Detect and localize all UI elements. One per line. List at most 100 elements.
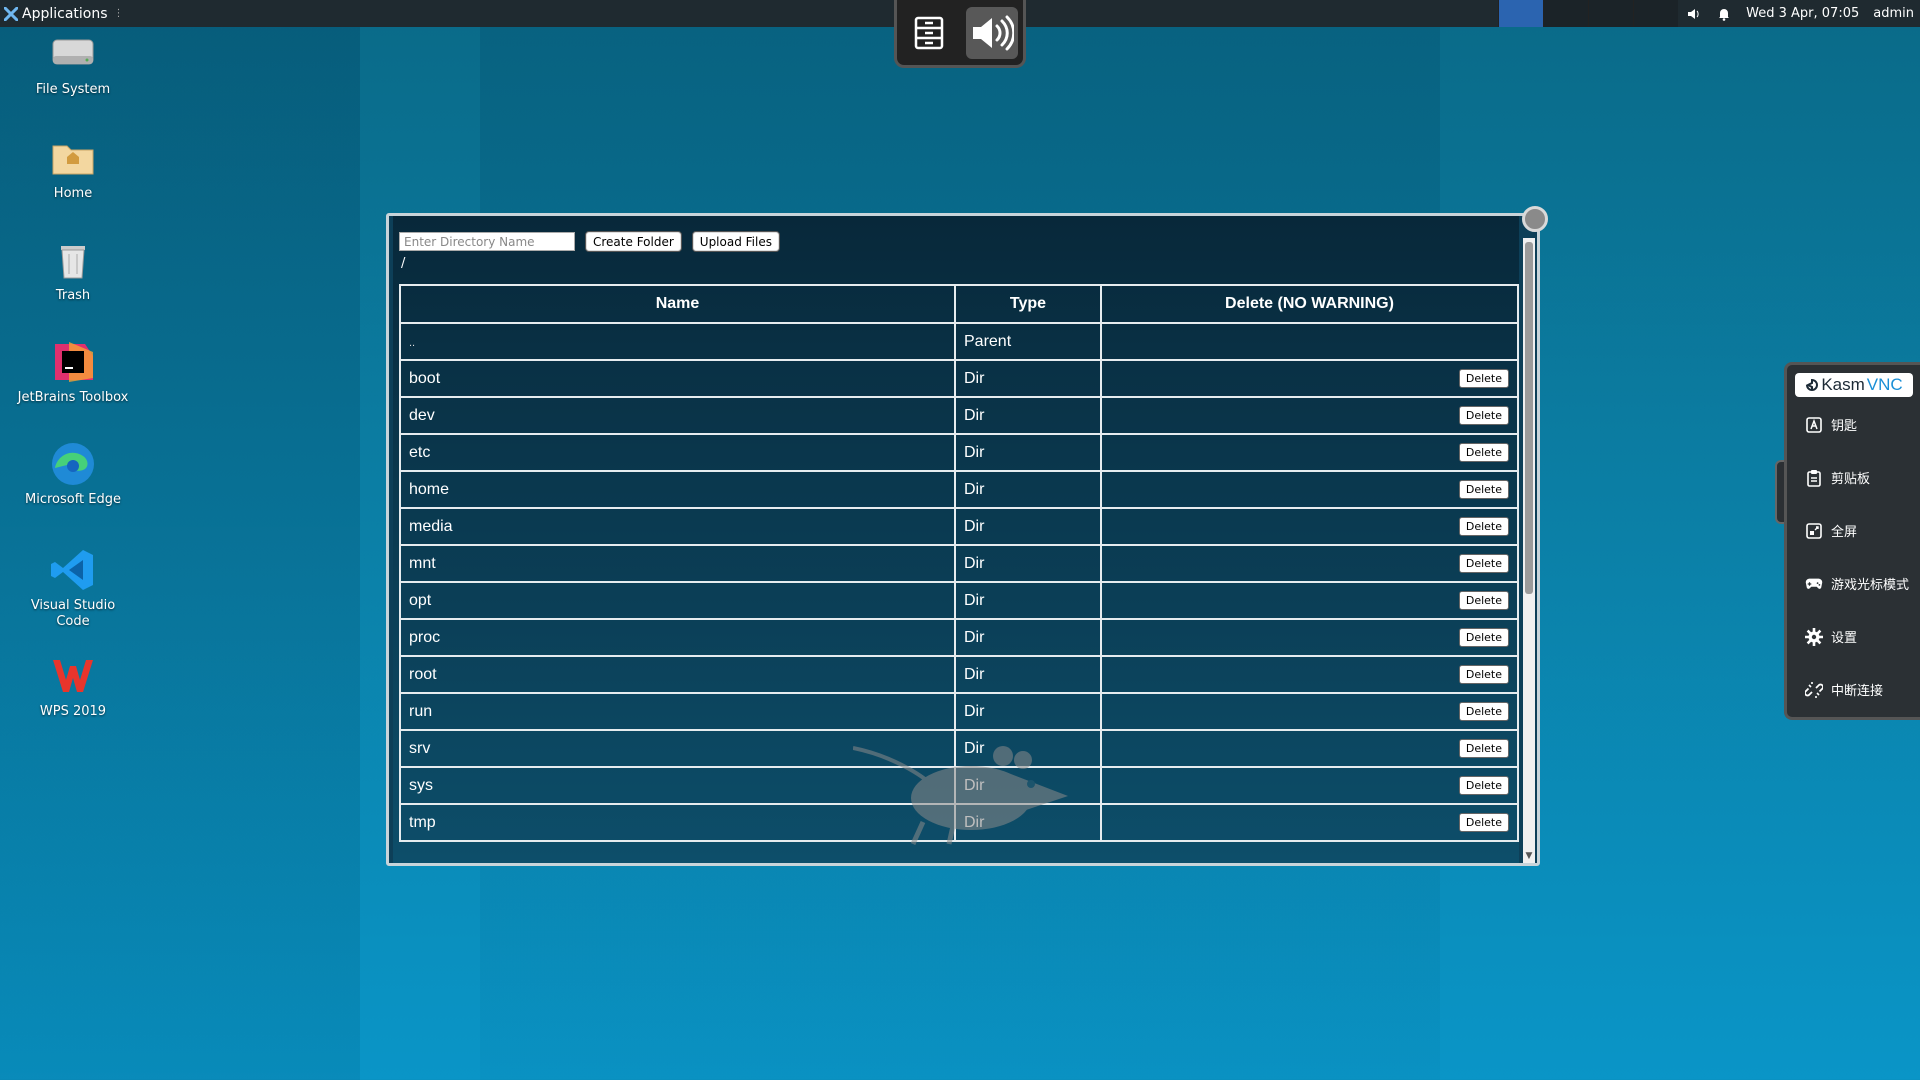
handle-icon: ⋮	[113, 8, 124, 19]
delete-button[interactable]: Delete	[1458, 813, 1509, 832]
file-name[interactable]: etc	[399, 433, 956, 472]
table-row[interactable]: root Dir Delete	[399, 655, 1519, 694]
table-row[interactable]: etc Dir Delete	[399, 433, 1519, 472]
file-manager-scrollbar[interactable]: ▼	[1523, 238, 1535, 863]
desktop-icon-file-system[interactable]: File System	[14, 30, 132, 98]
delete-button[interactable]: Delete	[1458, 443, 1509, 462]
desktop-icon-label: WPS 2019	[39, 704, 107, 719]
kasmvnc-logo: Kasm VNC	[1795, 373, 1913, 397]
notification-bell-icon[interactable]	[1716, 6, 1732, 22]
keyboard-icon	[1805, 416, 1823, 434]
table-row[interactable]: boot Dir Delete	[399, 359, 1519, 398]
xfce-logo-icon	[4, 6, 18, 21]
drive-icon	[52, 39, 94, 65]
audio-button[interactable]	[965, 6, 1018, 59]
file-type: Dir	[954, 544, 1102, 583]
file-type: Dir	[954, 507, 1102, 546]
desktop-icon-home[interactable]: Home	[14, 134, 132, 202]
delete-button[interactable]: Delete	[1458, 554, 1509, 573]
table-row[interactable]: dev Dir Delete	[399, 396, 1519, 435]
file-name[interactable]: opt	[399, 581, 956, 620]
delete-button[interactable]: Delete	[1458, 665, 1509, 684]
delete-cell: Delete	[1100, 655, 1519, 694]
volume-icon[interactable]	[1686, 6, 1702, 22]
kasm-item-settings[interactable]: 设置	[1805, 627, 1857, 646]
applications-label: Applications	[22, 5, 108, 22]
file-name[interactable]: boot	[399, 359, 956, 398]
disconnect-icon	[1805, 681, 1823, 699]
table-row[interactable]: opt Dir Delete	[399, 581, 1519, 620]
delete-cell: Delete	[1100, 433, 1519, 472]
workspace-2[interactable]	[1543, 0, 1588, 27]
directory-name-input[interactable]	[399, 232, 575, 251]
vscode-icon	[51, 550, 93, 590]
delete-button[interactable]: Delete	[1458, 369, 1509, 388]
kasm-top-toolbar	[894, 0, 1026, 68]
file-name[interactable]: dev	[399, 396, 956, 435]
workspace-switcher	[1498, 0, 1678, 27]
scrollbar-thumb[interactable]	[1525, 242, 1533, 594]
file-name[interactable]: proc	[399, 618, 956, 657]
file-name[interactable]: media	[399, 507, 956, 546]
delete-button[interactable]: Delete	[1458, 591, 1509, 610]
delete-button[interactable]: Delete	[1458, 776, 1509, 795]
file-name[interactable]: root	[399, 655, 956, 694]
user-menu[interactable]: admin	[1873, 6, 1914, 21]
clipboard-icon	[1805, 469, 1823, 487]
table-row[interactable]: mnt Dir Delete	[399, 544, 1519, 583]
create-folder-button[interactable]: Create Folder	[585, 231, 682, 252]
current-path: /	[401, 256, 406, 271]
file-type: Dir	[954, 692, 1102, 731]
workspace-1[interactable]	[1498, 0, 1543, 27]
kasm-item-fullscreen[interactable]: 全屏	[1805, 521, 1857, 540]
desktop-icon-wps-2019[interactable]: WPS 2019	[14, 652, 132, 720]
gear-icon	[1805, 627, 1823, 646]
table-row-parent[interactable]: .. Parent	[399, 322, 1519, 361]
upload-files-button[interactable]: Upload Files	[691, 231, 780, 252]
table-row[interactable]: proc Dir Delete	[399, 618, 1519, 657]
delete-cell: Delete	[1100, 766, 1519, 805]
file-manager-content: Create Folder Upload Files / Name Type D…	[393, 216, 1519, 863]
file-name[interactable]: run	[399, 692, 956, 731]
delete-button[interactable]: Delete	[1458, 406, 1509, 425]
delete-button[interactable]: Delete	[1458, 480, 1509, 499]
file-type: Dir	[954, 581, 1102, 620]
kasm-item-game-cursor-mode[interactable]: 游戏光标模式	[1805, 574, 1909, 593]
clock[interactable]: Wed 3 Apr, 07:05	[1746, 6, 1859, 21]
kasm-item-clipboard[interactable]: 剪贴板	[1805, 468, 1870, 487]
file-name[interactable]: home	[399, 470, 956, 509]
fullscreen-icon	[1805, 522, 1823, 540]
window-close-handle[interactable]	[1522, 206, 1548, 232]
desktop-icon-microsoft-edge[interactable]: Microsoft Edge	[14, 440, 132, 508]
kasm-item-disconnect[interactable]: 中断连接	[1805, 680, 1883, 699]
jetbrains-toolbox-icon	[55, 342, 93, 382]
desktop-icon-visual-studio-code[interactable]: Visual Studio Code	[14, 546, 132, 630]
file-type: Dir	[954, 433, 1102, 472]
table-row[interactable]: run Dir Delete	[399, 692, 1519, 731]
delete-button[interactable]: Delete	[1458, 517, 1509, 536]
delete-cell: Delete	[1100, 729, 1519, 768]
file-name[interactable]: mnt	[399, 544, 956, 583]
workspace-3[interactable]	[1588, 0, 1633, 27]
delete-cell: Delete	[1100, 803, 1519, 842]
delete-cell: Delete	[1100, 359, 1519, 398]
desktop-icon-jetbrains-toolbox[interactable]: JetBrains Toolbox	[14, 338, 132, 406]
table-row[interactable]: media Dir Delete	[399, 507, 1519, 546]
file-type: Dir	[954, 618, 1102, 657]
delete-button[interactable]: Delete	[1458, 739, 1509, 758]
file-name[interactable]: ..	[399, 322, 956, 361]
table-row[interactable]: home Dir Delete	[399, 470, 1519, 509]
desktop-icon-label: JetBrains Toolbox	[17, 390, 129, 405]
kasm-item-keys[interactable]: 钥匙	[1805, 415, 1857, 434]
applications-menu[interactable]: Applications ⋮	[0, 0, 124, 27]
desktop-icon-trash[interactable]: Trash	[14, 236, 132, 304]
file-manager-button[interactable]	[903, 7, 955, 59]
workspace-4[interactable]	[1633, 0, 1678, 27]
delete-button[interactable]: Delete	[1458, 628, 1509, 647]
file-type: Dir	[954, 396, 1102, 435]
kasm-control-panel: Kasm VNC 钥匙 剪贴板 全屏 游戏光标模式 设置 中断连接	[1784, 362, 1920, 720]
xfce-mouse-watermark-icon	[853, 746, 1068, 846]
scroll-down-arrow-icon[interactable]: ▼	[1523, 851, 1535, 861]
delete-button[interactable]: Delete	[1458, 702, 1509, 721]
file-type: Parent	[954, 322, 1102, 361]
